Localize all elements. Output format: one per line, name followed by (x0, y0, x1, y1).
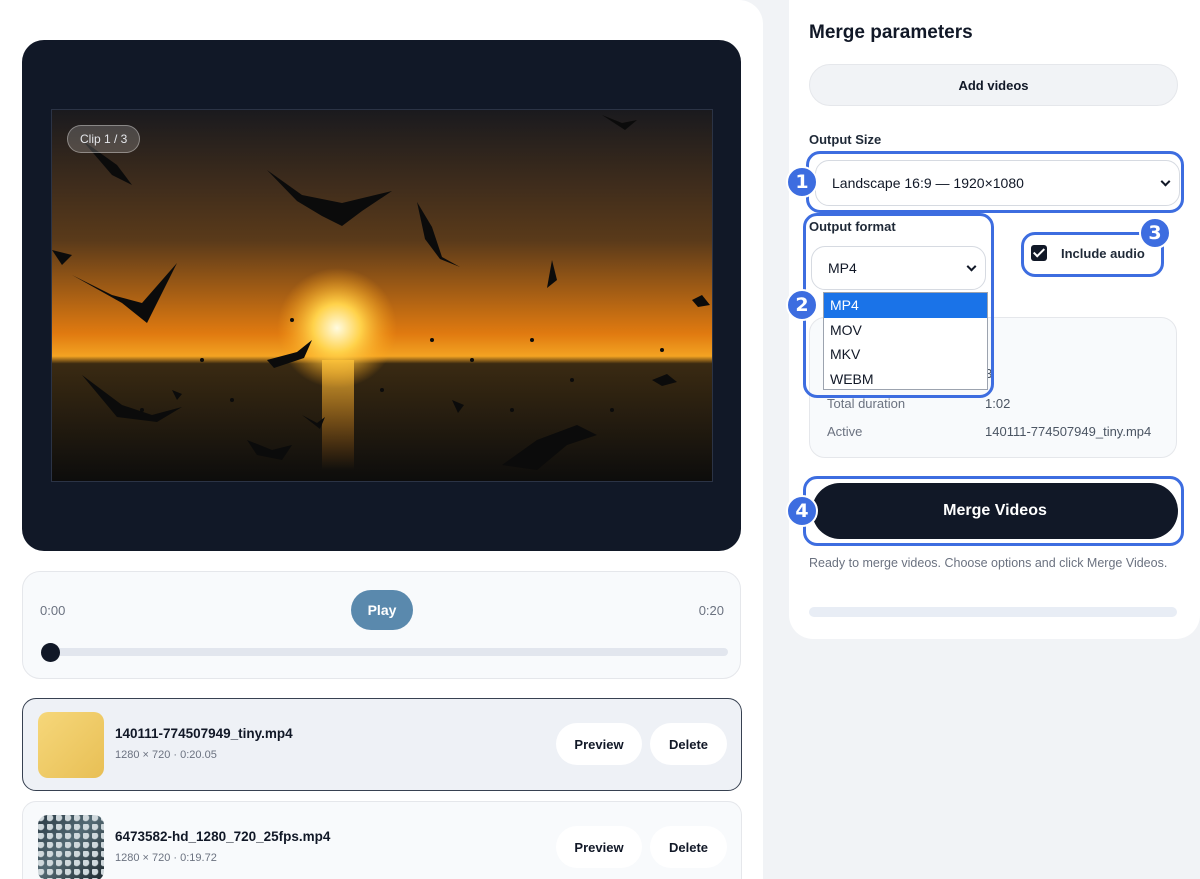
total-duration-value: 1:02 (985, 396, 1011, 411)
include-audio-checkbox[interactable] (1031, 245, 1047, 261)
clip-thumbnail (38, 815, 104, 879)
clip-filename: 140111-774507949_tiny.mp4 (115, 726, 293, 741)
seek-handle[interactable] (41, 643, 60, 662)
clip-filename: 6473582-hd_1280_720_25fps.mp4 (115, 829, 331, 844)
format-option-mkv[interactable]: MKV (824, 342, 987, 367)
active-label: Active (827, 424, 863, 439)
preview-button[interactable]: Preview (556, 723, 642, 765)
annotation-marker-4: 4 (786, 495, 818, 527)
play-button[interactable]: Play (351, 590, 413, 630)
annotation-marker-1: 1 (786, 166, 818, 198)
status-message: Ready to merge videos. Choose options an… (809, 556, 1168, 570)
output-format-value: MP4 (828, 260, 857, 276)
delete-button[interactable]: Delete (650, 826, 727, 868)
annotation-marker-3: 3 (1139, 217, 1171, 249)
current-time: 0:00 (40, 603, 66, 618)
clip-list-item[interactable]: 6473582-hd_1280_720_25fps.mp4 1280 × 720… (22, 801, 742, 879)
output-size-label: Output Size (809, 132, 882, 147)
output-format-label: Output format (809, 219, 896, 234)
chevron-down-icon (966, 261, 977, 272)
panel-title: Merge parameters (809, 22, 973, 43)
output-format-select[interactable]: MP4 (811, 246, 986, 290)
seek-bar[interactable] (50, 648, 728, 656)
output-size-select[interactable]: Landscape 16:9 — 1920×1080 (815, 160, 1180, 206)
total-duration-label: Total duration (827, 396, 906, 411)
chevron-down-icon (1160, 176, 1171, 187)
clip-thumbnail (38, 712, 104, 778)
merge-videos-button[interactable]: Merge Videos (812, 483, 1178, 539)
video-still-sunset-birds (52, 110, 712, 481)
total-time: 0:20 (698, 603, 724, 618)
merge-progress-bar (809, 607, 1177, 617)
add-videos-button[interactable]: Add videos (809, 64, 1178, 106)
clip-counter-badge: Clip 1 / 3 (67, 125, 141, 153)
clip-list-item[interactable]: 140111-774507949_tiny.mp4 1280 × 720 · 0… (22, 698, 742, 791)
active-value: 140111-774507949_tiny.mp4 (985, 424, 1152, 439)
playback-controls: 0:00 Play 0:20 (22, 571, 741, 679)
format-option-mov[interactable]: MOV (824, 318, 987, 343)
annotation-marker-2: 2 (786, 289, 818, 321)
summary-row-duration: Total duration 1:02 (827, 396, 1162, 411)
format-dropdown-list[interactable]: MP4 MOV MKV WEBM (823, 292, 988, 390)
output-size-value: Landscape 16:9 — 1920×1080 (832, 175, 1024, 191)
delete-button[interactable]: Delete (650, 723, 727, 765)
summary-row-active: Active 140111-774507949_tiny.mp4 (827, 424, 1162, 439)
preview-button[interactable]: Preview (556, 826, 642, 868)
clip-metadata: 1280 × 720 · 0:20.05 (115, 749, 217, 761)
format-option-mp4[interactable]: MP4 (824, 293, 987, 318)
video-frame[interactable] (51, 109, 713, 482)
format-option-webm[interactable]: WEBM (824, 367, 987, 392)
clip-metadata: 1280 × 720 · 0:19.72 (115, 852, 217, 864)
include-audio-label: Include audio (1061, 246, 1145, 261)
